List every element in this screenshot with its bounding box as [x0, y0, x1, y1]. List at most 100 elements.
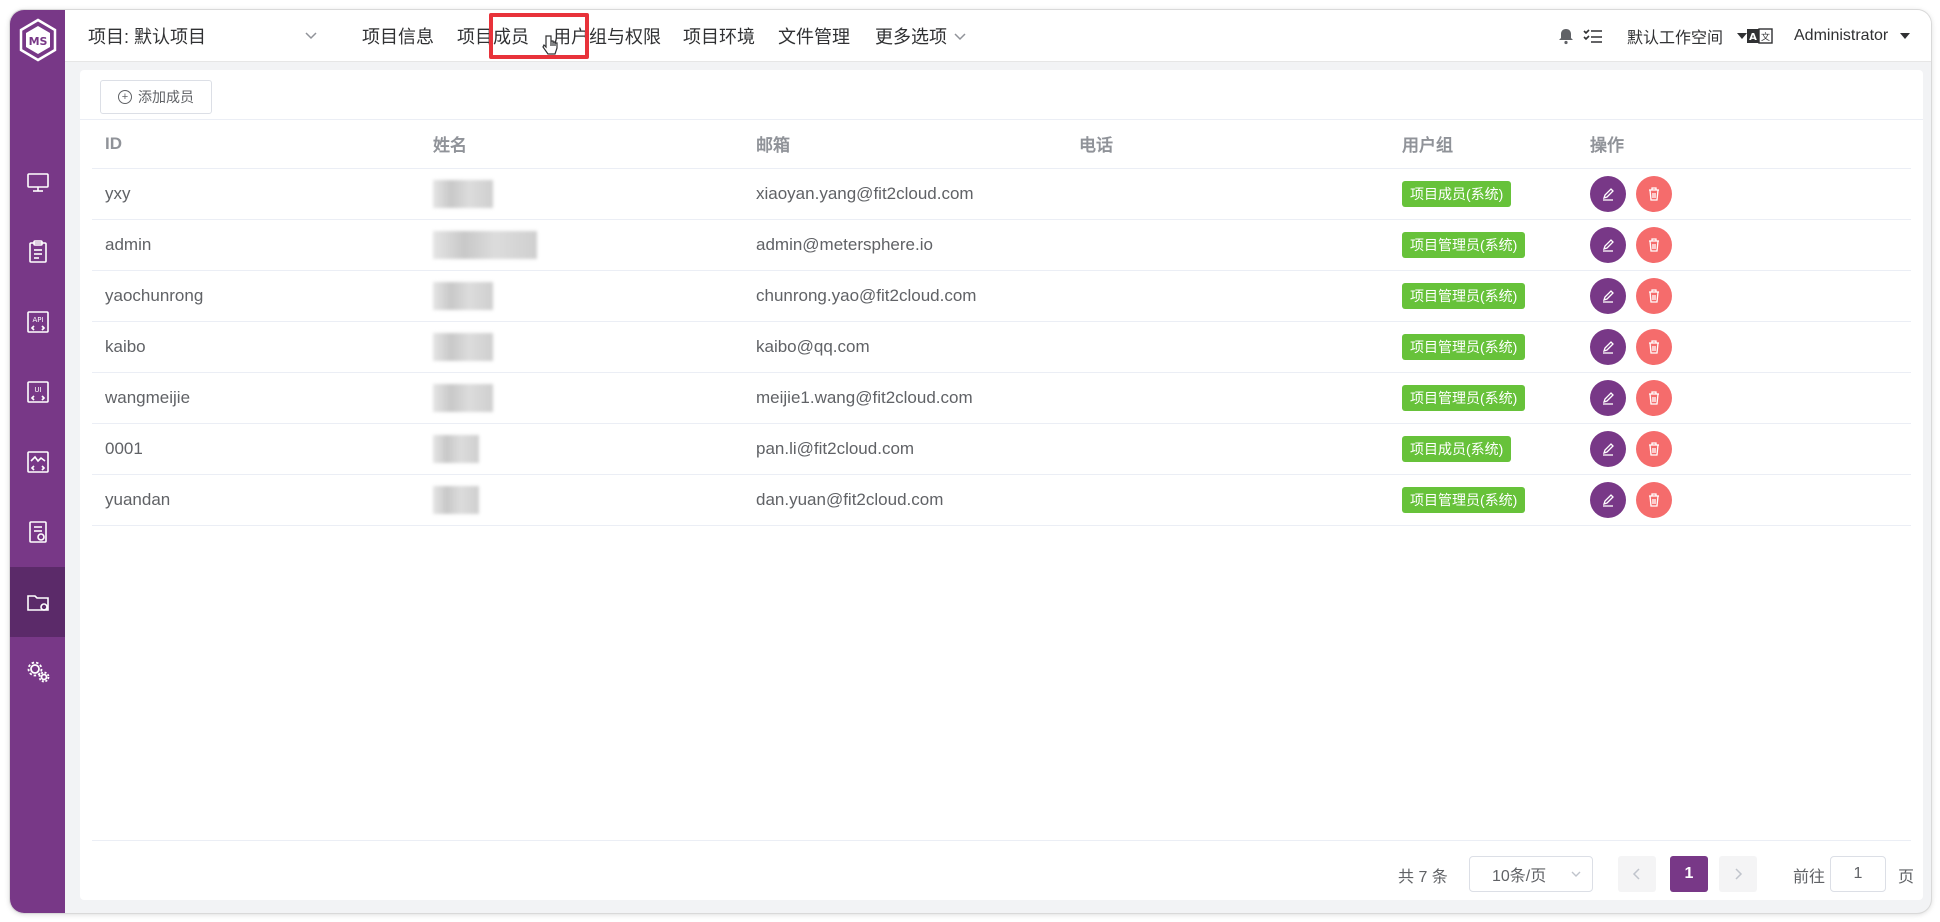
- table-row: yxy xiaoyan.yang@fit2cloud.com 项目成员(系统): [92, 168, 1911, 220]
- cell-name: [420, 168, 743, 220]
- cell-actions: [1577, 219, 1911, 271]
- cell-phone: [1066, 321, 1389, 373]
- redacted-name: [433, 179, 493, 208]
- cell-name: [420, 474, 743, 526]
- delete-member-button[interactable]: [1636, 277, 1672, 314]
- goto-page-input[interactable]: [1830, 856, 1886, 892]
- next-page-button[interactable]: [1719, 856, 1757, 892]
- cell-actions: [1577, 168, 1911, 220]
- svg-text:UI: UI: [34, 386, 41, 394]
- sidebar-item-report[interactable]: [10, 497, 65, 567]
- api-icon: API: [26, 311, 49, 333]
- edit-member-button[interactable]: [1590, 175, 1626, 212]
- tab-file-management[interactable]: 文件管理: [778, 10, 850, 62]
- trash-icon: [1649, 339, 1659, 354]
- user-menu[interactable]: Administrator: [1794, 10, 1911, 62]
- tab-more-options[interactable]: 更多选项: [875, 10, 967, 62]
- table-row: yaochunrong chunrong.yao@fit2cloud.com 项目管…: [92, 270, 1911, 322]
- members-table: ID 姓名 邮箱 电话 用户组 操作 yxy xiaoyan.yang@fit2c…: [92, 120, 1911, 526]
- cell-email: meijie1.wang@fit2cloud.com: [743, 372, 1066, 424]
- cell-actions: [1577, 270, 1911, 322]
- app-window: MS API UI 项目: 默认项目 项目信息 项目成员 用户组与权限 项目环境…: [10, 10, 1931, 913]
- workspace-selector[interactable]: 默认工作空间: [1627, 10, 1748, 62]
- edit-member-button[interactable]: [1590, 481, 1626, 518]
- mouse-cursor-icon: [542, 35, 558, 55]
- cell-actions: [1577, 372, 1911, 424]
- cell-email: xiaoyan.yang@fit2cloud.com: [743, 168, 1066, 220]
- column-header-phone[interactable]: 电话: [1066, 120, 1389, 169]
- table-row: wangmeijie meijie1.wang@fit2cloud.com 项目管理…: [92, 372, 1911, 424]
- sidebar-item-track[interactable]: [10, 217, 65, 287]
- sidebar-item-project[interactable]: [10, 567, 65, 637]
- cell-email: admin@metersphere.io: [743, 219, 1066, 271]
- cell-id: yxy: [92, 168, 420, 220]
- edit-member-button[interactable]: [1590, 430, 1626, 467]
- settings-icon: [27, 661, 49, 683]
- tab-project-info[interactable]: 项目信息: [362, 10, 434, 62]
- pagination-total: 共 7 条: [1398, 869, 1448, 886]
- column-header-id[interactable]: ID: [92, 120, 420, 169]
- pencil-icon: [1602, 238, 1614, 252]
- cell-group: 项目管理员(系统): [1389, 474, 1577, 526]
- page-size-value: 10条/页: [1492, 868, 1547, 885]
- language-switch-icon[interactable]: A文: [1747, 10, 1773, 62]
- trash-icon: [1649, 237, 1659, 252]
- prev-page-button[interactable]: [1618, 856, 1656, 892]
- cell-phone: [1066, 219, 1389, 271]
- caret-down-icon: [1737, 33, 1748, 39]
- cell-group: 项目管理员(系统): [1389, 372, 1577, 424]
- ui-icon: UI: [26, 381, 49, 403]
- delete-member-button[interactable]: [1636, 175, 1672, 212]
- project-label: 项目: 默认项目: [88, 27, 207, 47]
- chevron-left-icon: [1632, 868, 1640, 880]
- edit-member-button[interactable]: [1590, 379, 1626, 416]
- page-number-1[interactable]: 1: [1670, 856, 1708, 892]
- sidebar-item-performance[interactable]: [10, 427, 65, 497]
- sidebar-item-workstation[interactable]: [10, 147, 65, 217]
- cell-group: 项目管理员(系统): [1389, 270, 1577, 322]
- edit-member-button[interactable]: [1590, 226, 1626, 263]
- cell-phone: [1066, 270, 1389, 322]
- pencil-icon: [1602, 493, 1614, 507]
- cell-actions: [1577, 423, 1911, 475]
- cell-phone: [1066, 168, 1389, 220]
- column-header-email[interactable]: 邮箱: [743, 120, 1066, 169]
- cell-group: 项目成员(系统): [1389, 168, 1577, 220]
- column-header-group[interactable]: 用户组: [1389, 120, 1577, 169]
- tab-project-env[interactable]: 项目环境: [683, 10, 755, 62]
- cell-group: 项目管理员(系统): [1389, 219, 1577, 271]
- column-header-name[interactable]: 姓名: [420, 120, 743, 169]
- trash-icon: [1649, 441, 1659, 456]
- cell-id: admin: [92, 219, 420, 271]
- delete-member-button[interactable]: [1636, 328, 1672, 365]
- user-group-tag: 项目成员(系统): [1402, 180, 1512, 207]
- delete-member-button[interactable]: [1636, 430, 1672, 467]
- delete-member-button[interactable]: [1636, 379, 1672, 416]
- delete-member-button[interactable]: [1636, 481, 1672, 518]
- edit-member-button[interactable]: [1590, 277, 1626, 314]
- cell-email: pan.li@fit2cloud.com: [743, 423, 1066, 475]
- metersphere-logo[interactable]: MS: [18, 18, 58, 62]
- project-selector[interactable]: 项目: 默认项目: [88, 10, 328, 62]
- user-group-tag: 项目管理员(系统): [1402, 333, 1526, 360]
- svg-text:API: API: [32, 316, 43, 324]
- user-group-tag: 项目管理员(系统): [1402, 486, 1526, 513]
- cell-name: [420, 372, 743, 424]
- cell-email: chunrong.yao@fit2cloud.com: [743, 270, 1066, 322]
- chevron-down-icon: [954, 33, 966, 41]
- redacted-name: [433, 434, 479, 463]
- task-list-icon[interactable]: [1583, 10, 1603, 62]
- caret-down-icon: [1900, 33, 1911, 39]
- sidebar-item-ui[interactable]: UI: [10, 357, 65, 427]
- page-size-select[interactable]: 10条/页: [1469, 856, 1593, 892]
- cell-actions: [1577, 321, 1911, 373]
- delete-member-button[interactable]: [1636, 226, 1672, 263]
- sidebar-item-settings[interactable]: [10, 637, 65, 707]
- top-header: 项目: 默认项目 项目信息 项目成员 用户组与权限 项目环境 文件管理 更多选项…: [65, 10, 1931, 62]
- notification-bell-icon[interactable]: [1557, 10, 1575, 62]
- sidebar-item-api[interactable]: API: [10, 287, 65, 357]
- edit-member-button[interactable]: [1590, 328, 1626, 365]
- clipboard-icon: [28, 240, 47, 263]
- add-member-button[interactable]: + 添加成员: [100, 80, 212, 114]
- cell-phone: [1066, 474, 1389, 526]
